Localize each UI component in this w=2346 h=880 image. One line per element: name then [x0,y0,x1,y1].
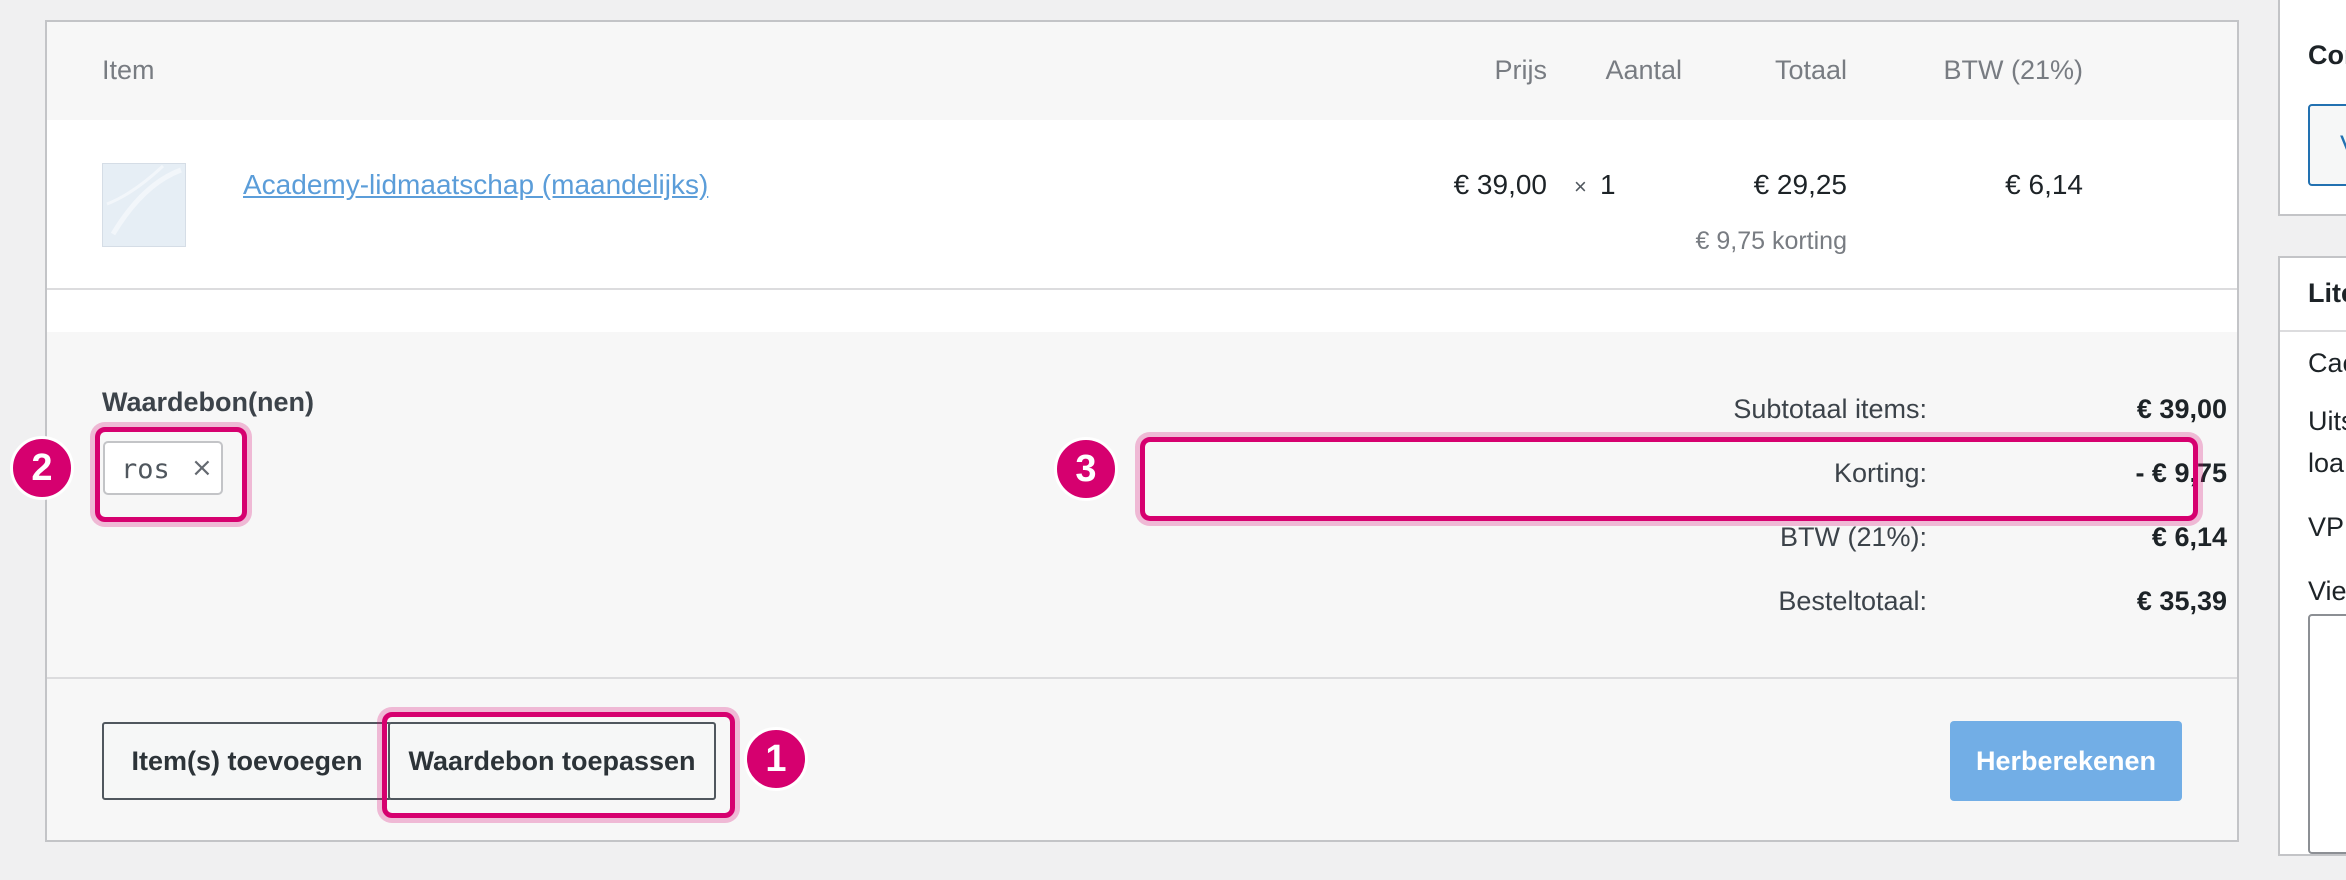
close-icon[interactable]: × [191,453,213,483]
discount-label: Korting: [1833,458,1927,488]
item-vat: € 6,14 [2005,169,2083,200]
recalculate-button[interactable]: Herberekenen [1950,721,2182,801]
sidebar-box-2-title: Lite [2308,278,2346,308]
sidebar-line-3: loa [2308,448,2345,478]
subtotal-value: € 39,00 [2136,394,2227,424]
annotation-badge-2: 2 [10,436,74,500]
sidebar-line-5: Vie [2308,576,2346,606]
order-total-value: € 35,39 [2136,586,2227,616]
item-total: € 29,25 [1753,169,1847,200]
column-header-item: Item [102,55,155,85]
column-header-vat: BTW (21%) [1943,55,2083,85]
quantity-multiply-sign: × [1574,174,1587,199]
apply-coupon-button[interactable]: Waardebon toepassen [388,722,716,800]
order-items-panel: Item Prijs Aantal Totaal BTW (21%) Acade… [45,20,2239,842]
table-row: Academy-lidmaatschap (maandelijks) € 39,… [47,120,2237,290]
sidebar-box-1-button-label: V [2340,130,2346,161]
sidebar-box-1: Cor V [2278,0,2346,216]
sidebar-box-1-title: Cor [2308,40,2346,70]
order-total-label: Besteltotaal: [1778,586,1927,616]
item-quantity: 1 [1600,169,1616,200]
discount-value: - € 9,75 [2135,458,2227,488]
product-thumbnail [102,163,186,247]
coupon-chip[interactable]: ros × [103,441,223,495]
item-discount-note: € 9,75 korting [1695,227,1848,255]
row-spacer [47,290,2237,332]
vat-label: BTW (21%): [1779,522,1927,552]
annotation-badge-3: 3 [1054,437,1118,501]
actions-divider [47,677,2237,679]
subtotal-label: Subtotaal items: [1733,394,1927,424]
product-link[interactable]: Academy-lidmaatschap (maandelijks) [243,169,708,201]
sidebar-textarea[interactable] [2308,614,2346,854]
sidebar-line-1: Cac [2308,348,2346,378]
sidebar-box-1-button[interactable]: V [2308,104,2346,186]
sidebar-line-4: VPI [2308,512,2346,542]
add-items-button[interactable]: Item(s) toevoegen [102,722,392,800]
annotation-badge-1: 1 [744,727,808,791]
sidebar-line-2: Uits [2308,406,2346,436]
coupons-label: Waardebon(nen) [102,387,314,417]
vat-value: € 6,14 [2151,522,2227,552]
sidebar-box-2: Lite Cac Uits loa VPI Vie [2278,256,2346,856]
item-price: € 39,00 [1453,169,1547,200]
coupon-code: ros [121,454,170,485]
sidebar-box-2-divider [2280,330,2346,332]
